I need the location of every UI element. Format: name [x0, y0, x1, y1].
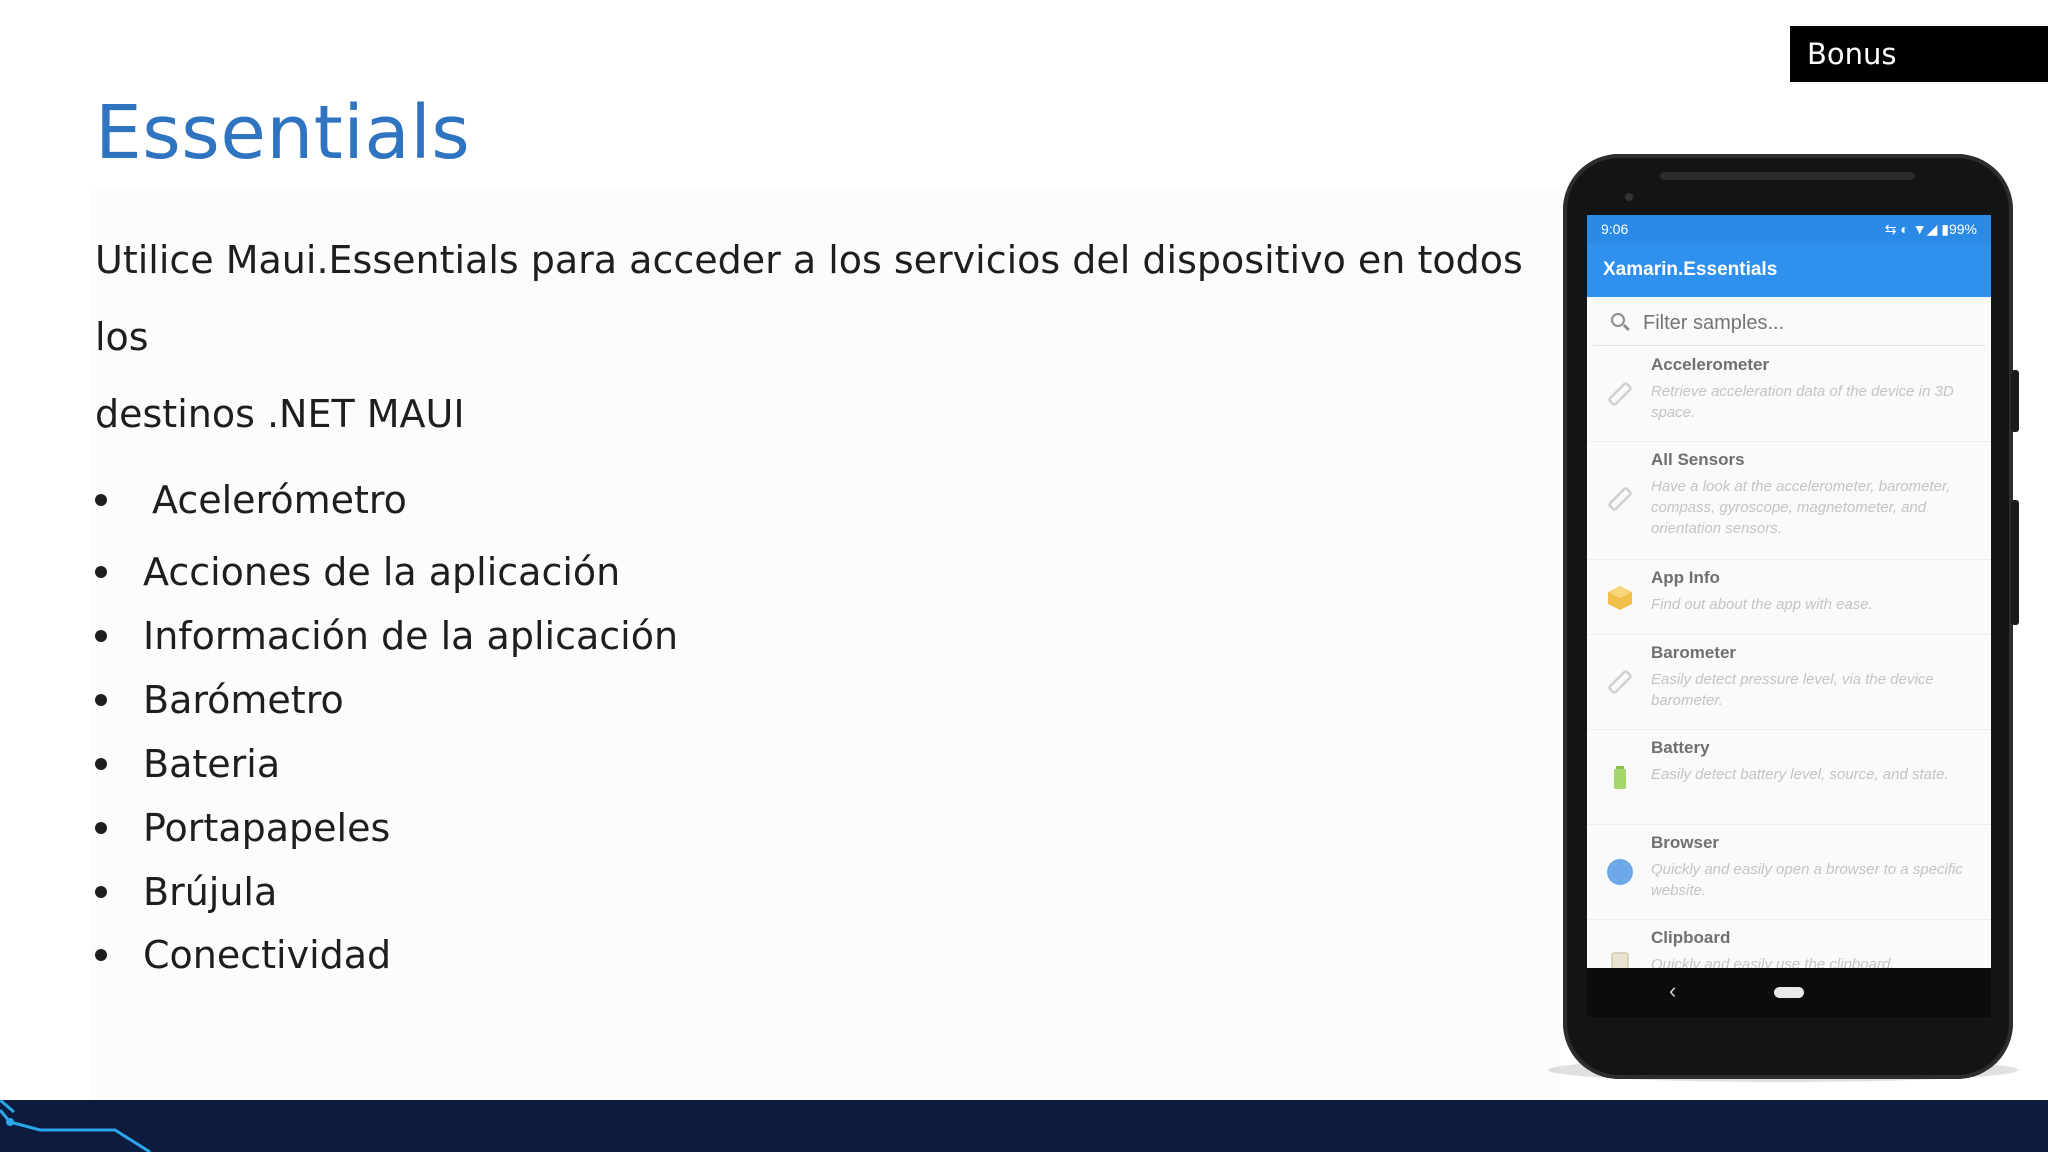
list-item[interactable]: Browser Quickly and easily open a browse…: [1587, 825, 1991, 920]
circuit-decoration-icon: [0, 1100, 151, 1152]
item-description: Have a look at the accelerometer, barome…: [1651, 478, 1951, 537]
pencil-icon: [1608, 487, 1632, 511]
intro-paragraph: Utilice Maui.Essentials para acceder a l…: [95, 222, 1555, 453]
footer-bar: [0, 1100, 2048, 1152]
bullet-icon: [95, 630, 107, 642]
list-item-label: Acciones de la aplicación: [143, 550, 621, 594]
phone-screen: 9:06 ⇆ ◐ ▼◢ ▮99% Xamarin.Essentials Acce…: [1587, 215, 1991, 1017]
bullet-icon: [95, 758, 107, 770]
list-item[interactable]: Battery Easily detect battery level, sou…: [1587, 730, 1991, 825]
intro-line-2: destinos .NET MAUI: [95, 392, 465, 436]
list-item-label: Información de la aplicación: [143, 614, 679, 658]
box-icon: [1608, 586, 1632, 610]
list-item-label: Bateria: [143, 742, 281, 786]
item-description: Quickly and easily open a browser to a s…: [1651, 861, 1963, 899]
list-item[interactable]: App Info Find out about the app with eas…: [1587, 560, 1991, 635]
bullet-icon: [95, 694, 107, 706]
status-time: 9:06: [1601, 221, 1629, 237]
app-title: Xamarin.Essentials: [1603, 259, 1778, 280]
bullet-icon: [95, 949, 107, 961]
home-button[interactable]: [1774, 987, 1804, 998]
list-item-label: Barómetro: [143, 678, 344, 722]
pencil-icon: [1608, 670, 1632, 694]
bullet-icon: [95, 494, 107, 506]
item-title: Battery: [1651, 738, 1710, 757]
android-nav-bar: ‹: [1587, 968, 1991, 1017]
battery-icon: [1614, 766, 1626, 789]
item-title: Browser: [1651, 833, 1720, 852]
item-description: Retrieve acceleration data of the device…: [1651, 383, 1954, 421]
item-description: Easily detect pressure level, via the de…: [1651, 671, 1934, 709]
item-description: Find out about the app with ease.: [1651, 596, 1873, 613]
item-title: App Info: [1651, 568, 1720, 587]
list-item[interactable]: Accelerometer Retrieve acceleration data…: [1587, 347, 1991, 442]
search-icon: [1611, 313, 1625, 327]
list-item-label: Portapapeles: [143, 806, 391, 850]
list-item-label: Brújula: [143, 870, 278, 914]
bullet-icon: [95, 566, 107, 578]
camera-icon: [1625, 193, 1633, 201]
app-bar: Xamarin.Essentials: [1587, 243, 1991, 297]
search-bar[interactable]: [1593, 301, 1985, 346]
item-title: All Sensors: [1651, 450, 1745, 469]
list-item[interactable]: All Sensors Have a look at the accelerom…: [1587, 442, 1991, 560]
back-icon[interactable]: ‹: [1669, 978, 1676, 1004]
bullet-icon: [95, 822, 107, 834]
power-button: [2011, 500, 2019, 625]
item-title: Accelerometer: [1651, 355, 1770, 374]
slide-title: Essentials: [95, 90, 471, 176]
intro-line-1: Utilice Maui.Essentials para acceder a l…: [95, 238, 1523, 359]
pencil-icon: [1608, 382, 1632, 406]
item-title: Barometer: [1651, 643, 1737, 662]
volume-button: [2011, 370, 2019, 432]
status-icons: ⇆ ◐ ▼◢ ▮99%: [1884, 221, 1977, 237]
bonus-badge: Bonus: [1790, 26, 2048, 82]
globe-icon: [1607, 859, 1633, 885]
item-description: Easily detect battery level, source, and…: [1651, 766, 1949, 783]
search-input[interactable]: [1641, 307, 1975, 339]
item-title: Clipboard: [1651, 928, 1731, 947]
status-bar: 9:06 ⇆ ◐ ▼◢ ▮99%: [1587, 215, 1991, 243]
bullet-icon: [95, 886, 107, 898]
list-item-label: Acelerómetro: [152, 478, 407, 522]
list-item-label: Conectividad: [143, 933, 392, 977]
list-item[interactable]: Barometer Easily detect pressure level, …: [1587, 635, 1991, 730]
phone-speaker: [1660, 172, 1915, 180]
